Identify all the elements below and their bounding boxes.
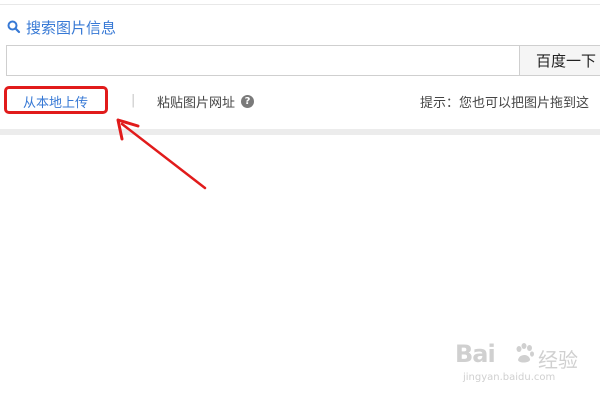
watermark: Bai 经验 jingyan.baidu.com [455,340,595,390]
header-title: 搜索图片信息 [26,18,117,37]
watermark-brand: Bai [455,340,496,368]
search-by-image-header: 搜索图片信息 [6,17,116,37]
paw-icon [513,342,537,370]
top-divider [0,0,600,5]
search-icon [6,19,22,35]
watermark-suffix: 经验 [538,348,578,372]
section-separator [0,129,600,135]
drag-hint-text: 提示：您也可以把图片拖到这 [420,96,590,111]
upload-local-link[interactable]: 从本地上传 [23,92,88,111]
divider: | [131,93,136,108]
watermark-url: jingyan.baidu.com [463,372,556,383]
upload-options-row: 从本地上传 | 粘贴图片网址 ? 提示：您也可以把图片拖到这 [0,86,600,116]
search-input[interactable] [6,45,526,76]
question-icon[interactable]: ? [241,95,255,108]
paste-url-link[interactable]: 粘贴图片网址 ? [157,92,255,111]
search-button[interactable]: 百度一下 [519,45,600,76]
paste-url-label: 粘贴图片网址 [157,96,236,111]
search-row: 百度一下 [6,45,600,76]
